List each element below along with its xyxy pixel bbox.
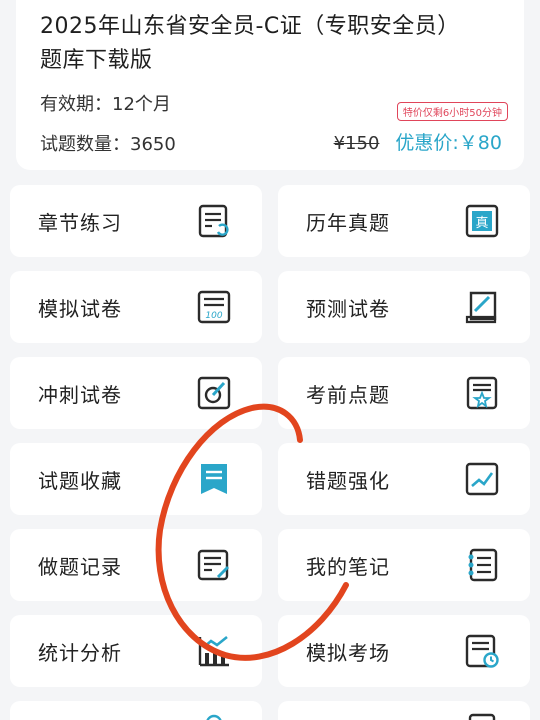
menu-item-favorites[interactable]: 试题收藏 <box>10 443 262 515</box>
menu-item-label: 历年真题 <box>306 210 390 235</box>
settings-icon <box>206 714 222 720</box>
menu-item-sprint-paper[interactable]: 冲刺试卷 <box>10 357 262 429</box>
course-header-card: 2025年山东省安全员-C证（专职安全员） 题库下载版 有效期：12个月 试题数… <box>16 0 524 170</box>
menu-item-label: 统计分析 <box>38 640 122 665</box>
menu-item-predicted-paper[interactable]: 预测试卷 <box>278 271 530 343</box>
mock-paper-icon: 100 <box>197 290 231 324</box>
menu-item-past-exams[interactable]: 历年真题 真 <box>278 185 530 257</box>
menu-item-label: 章节练习 <box>38 210 122 235</box>
menu-item-label: 模拟考场 <box>306 640 390 665</box>
predicted-paper-icon <box>465 291 497 324</box>
menu-item-label: 模拟试卷 <box>38 296 122 321</box>
pre-exam-tips-icon <box>466 376 498 410</box>
original-price: ¥150 <box>333 133 380 154</box>
menu-item-notes[interactable]: 我的笔记 <box>278 529 530 601</box>
chapter-practice-icon <box>198 204 229 238</box>
menu-item-label: 考前点题 <box>306 382 390 407</box>
mock-exam-room-icon <box>465 634 499 668</box>
course-title-line-1: 2025年山东省安全员-C证（专职安全员） <box>40 14 460 39</box>
statistics-icon <box>198 635 229 667</box>
past-exams-icon: 真 <box>465 204 499 238</box>
menu-item-chapter-practice[interactable]: 章节练习 <box>10 185 262 257</box>
favorites-icon <box>201 464 227 494</box>
sprint-paper-icon <box>197 376 231 410</box>
menu-item-label: 试题收藏 <box>38 468 122 493</box>
question-count-text: 试题数量：3650 <box>40 134 176 155</box>
course-title-line-2: 题库下载版 <box>40 48 153 73</box>
menu-item-label: 错题强化 <box>306 468 390 493</box>
menu-item-mock-exam-room[interactable]: 模拟考场 <box>278 615 530 687</box>
notes-icon <box>468 548 498 582</box>
menu-item-label: 预测试卷 <box>306 296 390 321</box>
mistakes-review-icon <box>465 462 499 496</box>
sale-price: 优惠价:￥80 <box>395 132 502 154</box>
svg-text:100: 100 <box>205 311 222 321</box>
menu-item-mock-paper[interactable]: 模拟试卷 100 <box>10 271 262 343</box>
price-row[interactable]: ¥150 优惠价:￥80 <box>334 128 502 155</box>
practice-record-icon <box>197 549 230 581</box>
menu-item-label: 做题记录 <box>38 554 122 579</box>
menu-item-mistakes-review[interactable]: 错题强化 <box>278 443 530 515</box>
menu-item-partial-right[interactable] <box>278 701 530 720</box>
svg-text:真: 真 <box>475 216 488 231</box>
menu-item-pre-exam-tips[interactable]: 考前点题 <box>278 357 530 429</box>
menu-item-statistics[interactable]: 统计分析 <box>10 615 262 687</box>
menu-item-label: 我的笔记 <box>306 554 390 579</box>
document-icon <box>468 713 496 720</box>
feature-menu-grid: 章节练习 历年真题 真 模拟试卷 100 预测试卷 冲刺试卷 考前点题 试题收藏… <box>10 185 530 720</box>
validity-text: 有效期：12个月 <box>40 94 171 115</box>
promo-countdown-badge: 特价仅剩6小时50分钟 <box>396 102 508 121</box>
course-title: 2025年山东省安全员-C证（专职安全员） 题库下载版 <box>40 10 508 78</box>
menu-item-label: 冲刺试卷 <box>38 382 122 407</box>
menu-item-partial-left[interactable] <box>10 701 262 720</box>
menu-item-practice-record[interactable]: 做题记录 <box>10 529 262 601</box>
